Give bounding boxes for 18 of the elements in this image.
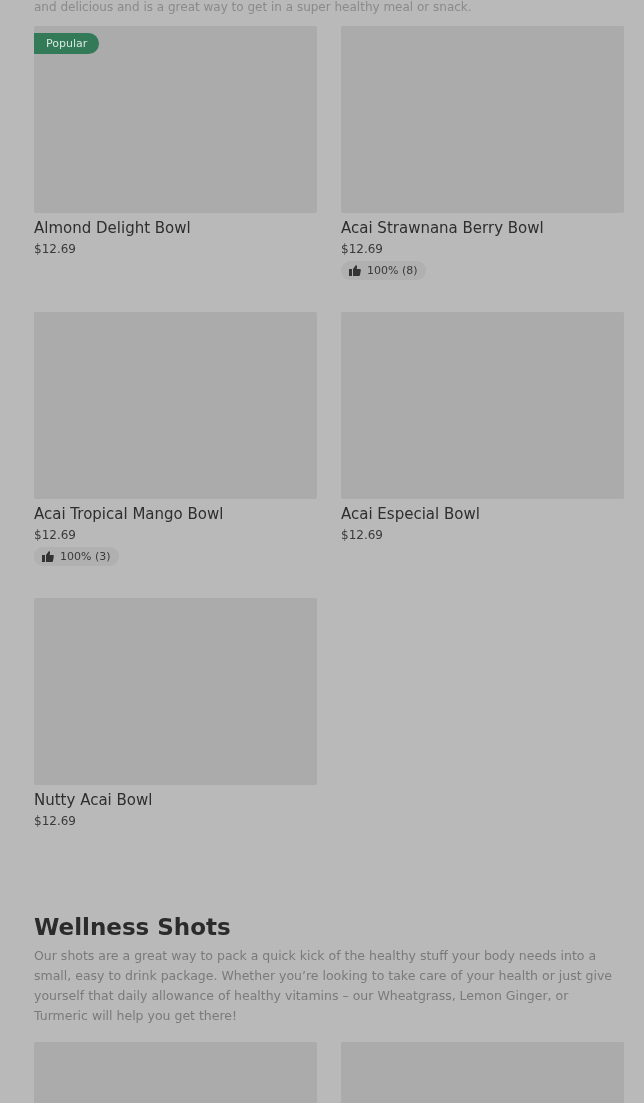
product-image[interactable]: Popular: [34, 26, 317, 213]
product-price: $12.69: [34, 814, 76, 828]
rating-text: 100% (8): [367, 264, 418, 277]
product-name[interactable]: Acai Strawnana Berry Bowl: [341, 219, 544, 237]
rating-text: 100% (3): [60, 550, 111, 563]
popular-badge: Popular: [34, 33, 100, 54]
product-price: $12.69: [341, 242, 383, 256]
section-title: Wellness Shots: [34, 914, 232, 940]
product-price: $12.69: [34, 242, 76, 256]
product-name[interactable]: Almond Delight Bowl: [34, 219, 191, 237]
product-name[interactable]: Acai Tropical Mango Bowl: [34, 505, 224, 523]
product-price: $12.69: [34, 528, 76, 542]
section-description: Our shots are a great way to pack a quick kick of the healthy stuff your body needs into a small, easy to drink package. Whether you’re looking to take care of your health or just give yourself that daily allowance of healthy vitamins – our Wheatgrass, Lemon Ginger, or Turmeric will help you get there!: [34, 947, 614, 1025]
thumbs-up-icon: [349, 265, 361, 276]
product-name[interactable]: Acai Especial Bowl: [341, 505, 480, 523]
thumbs-up-icon: [42, 551, 54, 562]
product-price: $12.69: [341, 528, 383, 542]
product-name[interactable]: Nutty Acai Bowl: [34, 791, 153, 809]
